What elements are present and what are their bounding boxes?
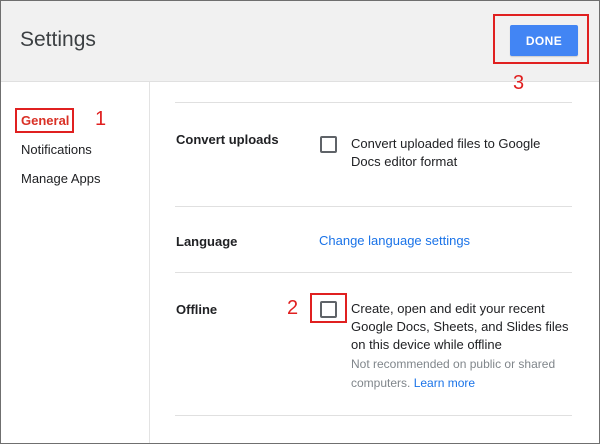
divider — [175, 272, 572, 273]
annotation-number-1: 1 — [95, 108, 107, 130]
offline-label: Offline — [176, 302, 218, 317]
annotation-number-3: 3 — [513, 72, 525, 94]
divider — [175, 102, 572, 103]
offline-note: Not recommended on public or shared comp… — [351, 355, 555, 393]
convert-uploads-text-line1: Convert uploaded files to Google — [351, 136, 541, 151]
annotation-box-done — [493, 14, 589, 64]
divider — [175, 415, 572, 416]
offline-text-line2: Google Docs, Sheets, and Slides files — [351, 319, 569, 334]
sidebar-item-notifications[interactable]: Notifications — [21, 142, 92, 157]
learn-more-link[interactable]: Learn more — [414, 376, 475, 390]
sidebar: General Notifications Manage Apps — [1, 82, 150, 443]
offline-text-line3: on this device while offline — [351, 337, 502, 352]
offline-note-line1: Not recommended on public or shared — [351, 357, 556, 371]
convert-uploads-label: Convert uploads — [176, 132, 279, 147]
annotation-box-offline-checkbox — [310, 293, 347, 323]
offline-note-text: computers. — [351, 376, 411, 390]
annotation-box-general — [15, 108, 74, 133]
language-label: Language — [176, 234, 238, 249]
offline-note-line2: computers. Learn more — [351, 374, 555, 393]
settings-content: Convert uploads Convert uploaded files t… — [150, 82, 599, 443]
convert-uploads-checkbox[interactable] — [320, 136, 337, 153]
convert-uploads-description: Convert uploaded files to Google Docs ed… — [351, 135, 540, 171]
divider — [175, 206, 572, 207]
sidebar-item-manage-apps[interactable]: Manage Apps — [21, 171, 101, 186]
settings-dialog: Settings DONE General Notifications Mana… — [0, 0, 600, 444]
page-title: Settings — [20, 28, 96, 51]
annotation-number-2: 2 — [287, 297, 299, 319]
offline-text-line1: Create, open and edit your recent — [351, 301, 545, 316]
convert-uploads-text-line2: Docs editor format — [351, 154, 458, 169]
offline-description: Create, open and edit your recent Google… — [351, 300, 569, 354]
change-language-link[interactable]: Change language settings — [319, 232, 470, 250]
